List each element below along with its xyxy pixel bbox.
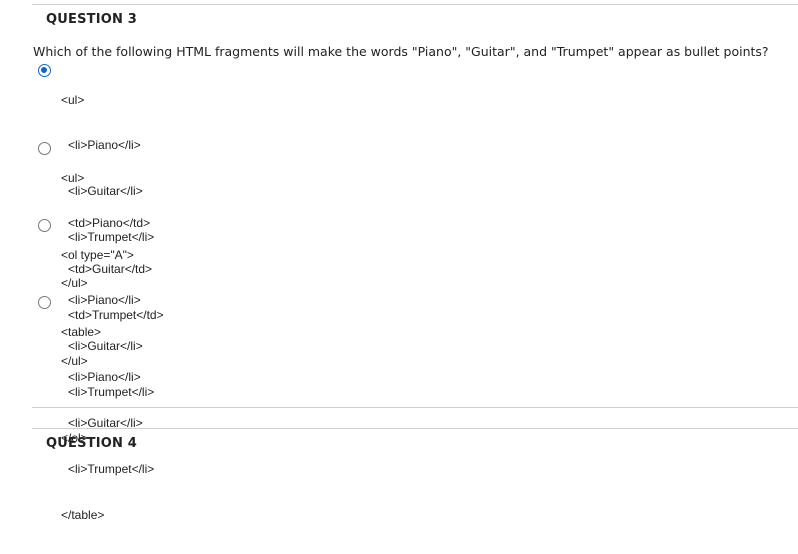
top-divider [32, 4, 798, 5]
radio-button-selected[interactable] [38, 64, 51, 77]
code-line: </table> [61, 508, 105, 523]
radio-button[interactable] [38, 296, 51, 309]
radio-button[interactable] [38, 219, 51, 232]
code-line: <table> [61, 324, 102, 339]
question-4-heading: QUESTION 4 [46, 436, 138, 451]
question-prompt: Which of the following HTML fragments wi… [33, 44, 769, 59]
question-3-heading: QUESTION 3 [46, 12, 138, 27]
code-line: <ul> [61, 170, 85, 185]
code-line: <li>Piano</li> [68, 370, 141, 385]
code-line: <li>Guitar</li> [68, 416, 143, 431]
radio-button[interactable] [38, 142, 51, 155]
question-divider [32, 407, 798, 408]
code-line: <ol type="A"> [61, 247, 134, 262]
code-line: <ul> [61, 92, 85, 107]
code-line: <li>Trumpet</li> [68, 462, 155, 477]
question-4-top-divider [32, 428, 798, 429]
answer-code: <table> <li>Piano</li> <li>Guitar</li> <… [61, 294, 154, 554]
